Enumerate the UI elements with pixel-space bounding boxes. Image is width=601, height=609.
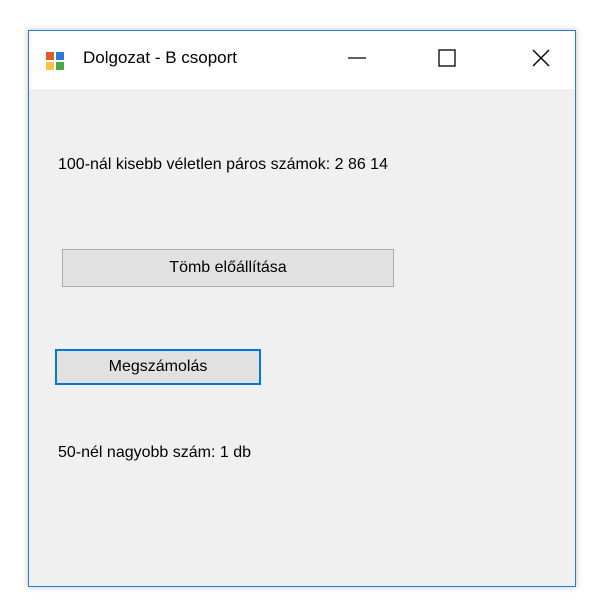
maximize-button[interactable]: [417, 31, 477, 89]
maximize-icon: [437, 48, 457, 73]
generate-array-button[interactable]: Tömb előállítása: [62, 249, 394, 287]
minimize-button[interactable]: [327, 31, 387, 89]
close-button[interactable]: [511, 31, 571, 89]
form-client-area: 100-nál kisebb véletlen páros számok: 2 …: [29, 89, 575, 586]
windows-forms-app-icon: [46, 52, 64, 70]
window-title: Dolgozat - B csoport: [83, 48, 238, 67]
close-icon: [531, 48, 551, 73]
title-bar[interactable]: Dolgozat - B csoport: [29, 31, 575, 89]
count-result-label: 50-nél nagyobb szám: 1 db: [58, 444, 252, 461]
random-numbers-label: 100-nál kisebb véletlen páros számok: 2 …: [58, 156, 388, 173]
count-button[interactable]: Megszámolás: [55, 349, 261, 385]
minimize-icon: [347, 48, 367, 73]
app-window: Dolgozat - B csoport 100-nál kisebb véle…: [28, 30, 576, 587]
